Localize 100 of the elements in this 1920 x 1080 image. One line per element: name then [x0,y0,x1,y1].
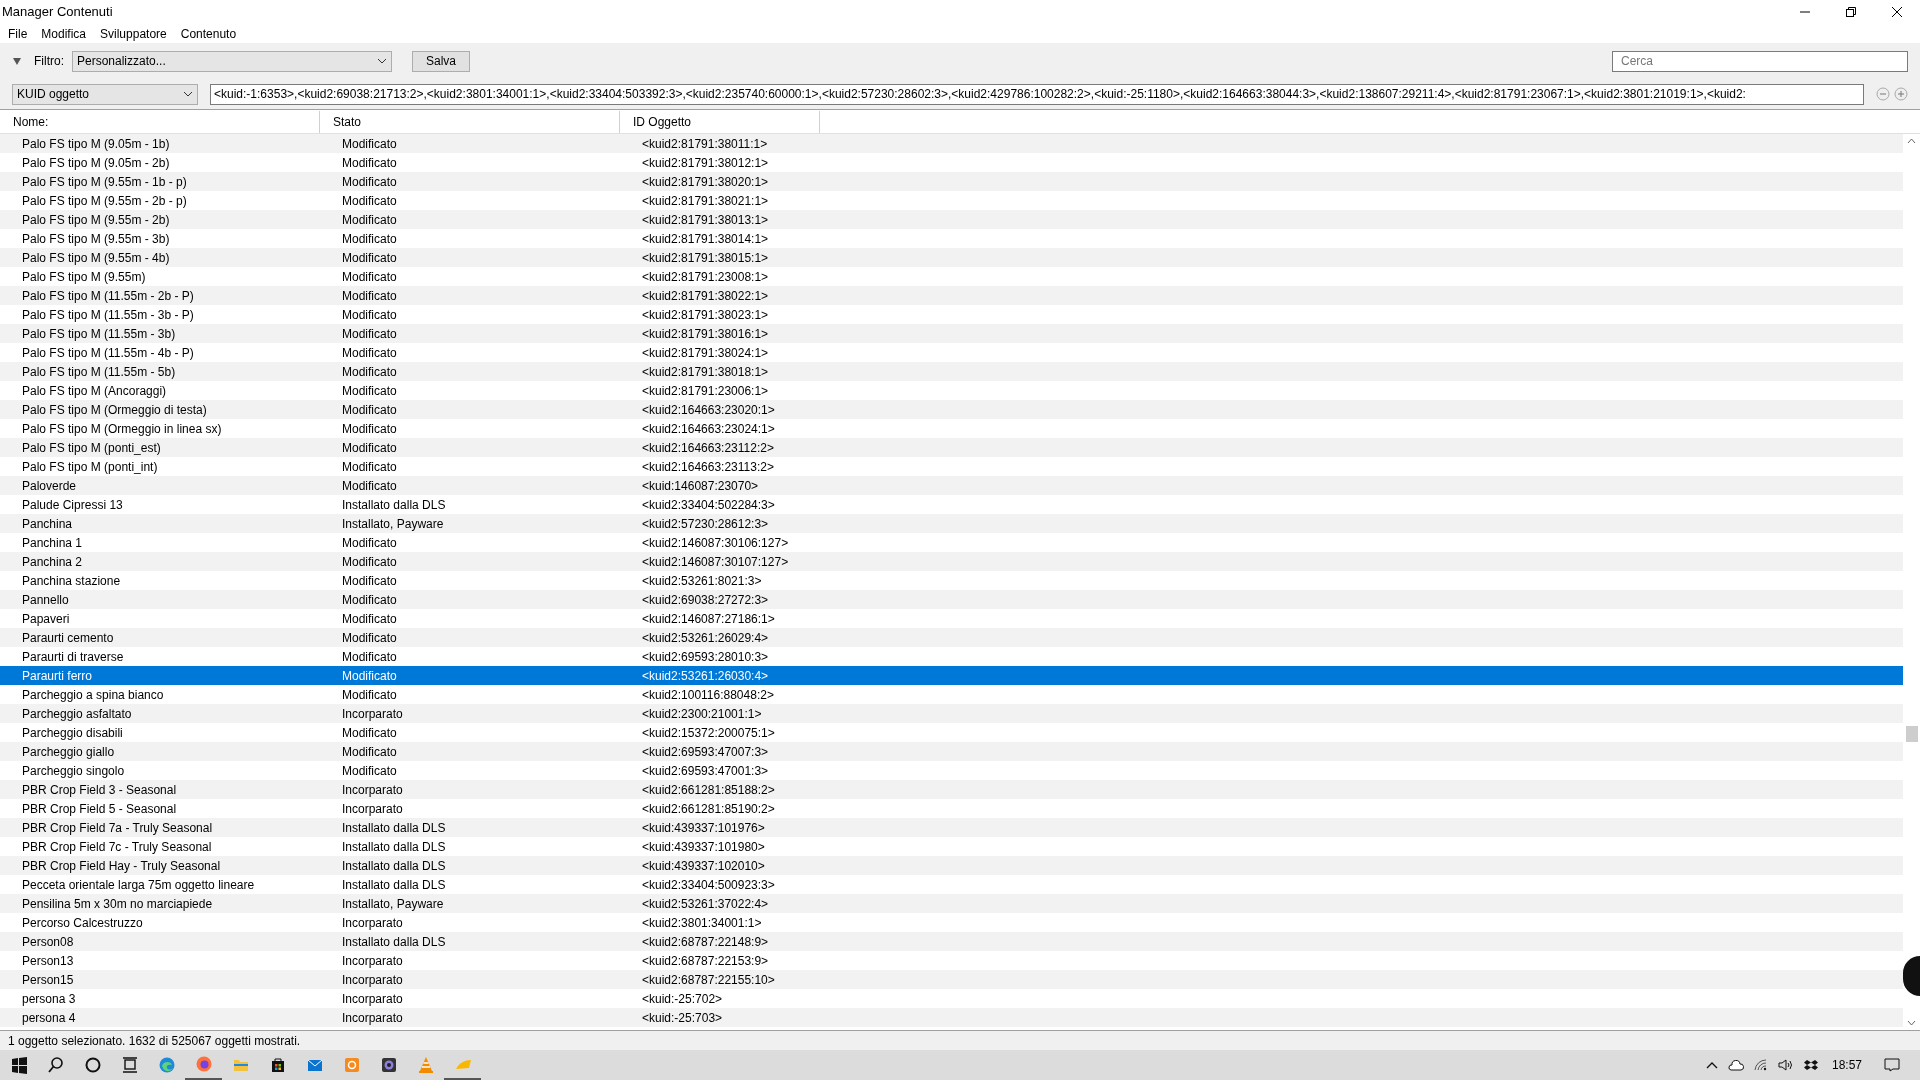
table-cell-text: Modificato [342,287,398,305]
table-row[interactable]: Palo FS tipo M (11.55m - 2b - P) Modificato <kuid2:81791:38022:1> [0,286,1903,305]
table-cell-text: Palo FS tipo M (Ormeggio di testa) [21,401,208,419]
table-row[interactable]: Palo FS tipo M (11.55m - 3b) Modificato <kuid2:81791:38016:1> [0,324,1903,343]
table-cell-text: Modificato [342,249,398,267]
table-cell-text: Modificato [342,629,398,647]
table-row[interactable]: Palude Cipressi 13 Installato dalla DLS <kuid2:33404:502284:3> [0,495,1903,514]
table-cell-text: <kuid2:69593:47001:3> [642,762,770,780]
table-row[interactable]: Paraurti ferro Modificato <kuid2:53261:26030:4> [0,666,1903,685]
table-row[interactable]: Palo FS tipo M (ponti_int) Modificato <kuid2:164663:23113:2> [0,457,1903,476]
table-row[interactable]: persona 3 Incorparato <kuid:-25:702> [0,989,1903,1008]
table-cell-text: Paraurti cemento [21,629,115,647]
clock-text[interactable]: 18:57 [1831,1056,1862,1074]
table-row[interactable]: Parcheggio singolo Modificato <kuid2:69593:47001:3> [0,761,1903,780]
table-cell-text: Modificato [342,306,398,324]
table-cell-text: <kuid2:33404:500923:3> [642,876,776,894]
column-header[interactable]: ID Oggetto [620,110,820,133]
table-cell-text: <kuid2:57230:28612:3> [642,515,770,533]
table-cell-text: <kuid2:81791:23008:1> [642,268,770,286]
table-row[interactable]: Palo FS tipo M (11.55m - 5b) Modificato <kuid2:81791:38018:1> [0,362,1903,381]
table-row[interactable]: Paraurti cemento Modificato <kuid2:53261:26029:4> [0,628,1903,647]
table-row[interactable]: Panchina Installato, Payware <kuid2:57230:28612:3> [0,514,1903,533]
table-cell-text: Installato dalla DLS [342,838,447,856]
field-dropdown[interactable]: KUID oggetto [12,83,198,105]
table-row[interactable]: Palo FS tipo M (9.55m - 4b) Modificato <kuid2:81791:38015:1> [0,248,1903,267]
table-row[interactable]: Parcheggio asfaltato Incorparato <kuid2:2300:21001:1> [0,704,1903,723]
table-cell-text: <kuid2:146087:27186:1> [642,610,776,628]
table-cell-text: Modificato [342,686,398,704]
table-row[interactable]: PBR Crop Field 7c - Truly Seasonal Installato dalla DLS <kuid:439337:101980> [0,837,1903,856]
table-cell-text: Modificato [342,192,398,210]
table-cell-text: Incorparato [342,800,404,818]
table-cell-text: PBR Crop Field 7c - Truly Seasonal [21,838,213,856]
table-row[interactable]: Palo FS tipo M (Ormeggio di testa) Modificato <kuid2:164663:23020:1> [0,400,1903,419]
table-row[interactable]: Parcheggio disabili Modificato <kuid2:15372:200075:1> [0,723,1903,742]
table-cell-text: <kuid2:69038:27272:3> [642,591,770,609]
table-row[interactable]: Palo FS tipo M (9.05m - 2b) Modificato <kuid2:81791:38012:1> [0,153,1903,172]
table-cell-text: Panchina 1 [21,534,84,552]
table-cell-text: <kuid2:69593:28010:3> [642,648,770,666]
filter-dropdown[interactable]: Personalizzato... [72,50,392,72]
menu-item[interactable]: File [8,24,28,43]
table-cell-text: <kuid2:68787:22153:9> [642,952,770,970]
table-row[interactable]: PBR Crop Field Hay - Truly Seasonal Installato dalla DLS <kuid:439337:102010> [0,856,1903,875]
column-header[interactable]: Stato [320,110,620,133]
menu-item[interactable]: Contenuto [180,24,237,43]
table-cell-text: Modificato [342,344,398,362]
table-row[interactable]: Parcheggio a spina bianco Modificato <kuid2:100116:88048:2> [0,685,1903,704]
table-row[interactable]: Papaveri Modificato <kuid2:146087:27186:1> [0,609,1903,628]
table-cell-text: Palo FS tipo M (9.55m - 3b) [21,230,171,248]
table-cell-text: <kuid2:15372:200075:1> [642,724,776,742]
table-cell-text: <kuid2:81791:38013:1> [642,211,770,229]
table-row[interactable]: Panchina 1 Modificato <kuid2:146087:30106:127> [0,533,1903,552]
table-row[interactable]: Pecceta orientale larga 75m oggetto lineare Installato dalla DLS <kuid2:33404:500923:3> [0,875,1903,894]
table-row[interactable]: Palo FS tipo M (9.55m - 1b - p) Modificato <kuid2:81791:38020:1> [0,172,1903,191]
table-row[interactable]: Panchina 2 Modificato <kuid2:146087:30107:127> [0,552,1903,571]
table-row[interactable]: PBR Crop Field 7a - Truly Seasonal Installato dalla DLS <kuid:439337:101976> [0,818,1903,837]
table-row[interactable]: Palo FS tipo M (9.55m - 2b - p) Modificato <kuid2:81791:38021:1> [0,191,1903,210]
table-cell-text: Modificato [342,458,398,476]
table-row[interactable]: persona 4 Incorparato <kuid:-25:703> [0,1008,1903,1027]
column-header[interactable]: Nome: [0,110,320,133]
table-row[interactable]: Parcheggio giallo Modificato <kuid2:69593:47007:3> [0,742,1903,761]
table-row[interactable]: Palo FS tipo M (9.55m) Modificato <kuid2:81791:23008:1> [0,267,1903,286]
search-field[interactable]: Cerca [1612,50,1908,72]
table-row[interactable]: Palo FS tipo M (9.55m - 3b) Modificato <kuid2:81791:38014:1> [0,229,1903,248]
table-cell-text: Modificato [342,667,398,685]
table-row[interactable]: Palo FS tipo M (11.55m - 4b - P) Modificato <kuid2:81791:38024:1> [0,343,1903,362]
table-row[interactable]: Person15 Incorparato <kuid2:68787:22155:10> [0,970,1903,989]
table-row[interactable]: Paraurti di traverse Modificato <kuid2:69593:28010:3> [0,647,1903,666]
table-row[interactable]: Person13 Incorparato <kuid2:68787:22153:9> [0,951,1903,970]
table-cell-text: <kuid2:164663:23113:2> [642,458,775,476]
table-row[interactable]: Paloverde Modificato <kuid:146087:23070> [0,476,1903,495]
table-row[interactable]: Palo FS tipo M (9.05m - 1b) Modificato <kuid2:81791:38011:1> [0,134,1903,153]
table-cell-text: Modificato [342,610,398,628]
table-cell-text: <kuid2:68787:22155:10> [642,971,776,989]
table-row[interactable]: PBR Crop Field 3 - Seasonal Incorparato <kuid2:661281:85188:2> [0,780,1903,799]
table-row[interactable]: Palo FS tipo M (Ormeggio in linea sx) Modificato <kuid2:164663:23024:1> [0,419,1903,438]
table-cell-text: Paloverde [21,477,78,495]
table-row[interactable]: Panchina stazione Modificato <kuid2:53261:8021:3> [0,571,1903,590]
table-cell-text: <kuid2:661281:85190:2> [642,800,776,818]
menu-item[interactable]: Sviluppatore [100,24,167,43]
table-row[interactable]: Palo FS tipo M (Ancoraggi) Modificato <kuid2:81791:23006:1> [0,381,1903,400]
table-row[interactable]: PBR Crop Field 5 - Seasonal Incorparato <kuid2:661281:85190:2> [0,799,1903,818]
table-row[interactable]: Pensilina 5m x 30m no marciapiede Installato, Payware <kuid2:53261:37022:4> [0,894,1903,913]
kuid-input-field[interactable]: <kuid:-1:6353>,<kuid2:69038:21713:2>,<kuid2:3801:34001:1>,<kuid2:33404:503392:3>,<kuid2:235740:60000:1>,<kuid2:57230:28602:3>,<kuid2:429786:100282:2>,<kuid:-25:1180>,<kuid2:164663:38044:3>,<kuid2:138607:29211:4>,<kuid2:81791:23067:1>,<kuid2:3801:21019:1>,<kuid2: [210,83,1864,105]
table-row[interactable]: Person08 Installato dalla DLS <kuid2:68787:22148:9> [0,932,1903,951]
table-row[interactable]: Palo FS tipo M (11.55m - 3b - P) Modificato <kuid2:81791:38023:1> [0,305,1903,324]
table-cell-text: Palo FS tipo M (Ancoraggi) [21,382,168,400]
table-cell-text: <kuid2:164663:23020:1> [642,401,776,419]
table-cell-text: Incorparato [342,971,404,989]
table-cell-text: Modificato [342,743,398,761]
table-row[interactable]: Pannello Modificato <kuid2:69038:27272:3> [0,590,1903,609]
table-row[interactable]: Percorso Calcestruzzo Incorparato <kuid2:3801:34001:1> [0,913,1903,932]
save-button[interactable]: Salva [412,50,470,72]
table-cell-text: Panchina stazione [21,572,122,590]
table-row[interactable]: Palo FS tipo M (ponti_est) Modificato <kuid2:164663:23112:2> [0,438,1903,457]
menu-item[interactable]: Modifica [41,24,87,43]
table-cell-text: Palo FS tipo M (9.55m - 1b - p) [21,173,188,191]
table-cell-text: Modificato [342,439,398,457]
table-cell-text: <kuid:-25:703> [642,1009,724,1027]
table-row[interactable]: Palo FS tipo M (9.55m - 2b) Modificato <kuid2:81791:38013:1> [0,210,1903,229]
table-cell-text: Parcheggio singolo [21,762,126,780]
